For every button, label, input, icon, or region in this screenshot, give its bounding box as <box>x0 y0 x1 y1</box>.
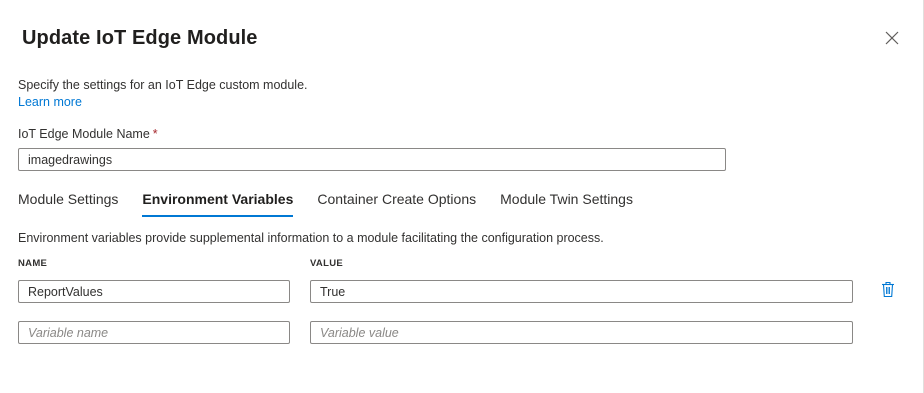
tab-module-twin-settings[interactable]: Module Twin Settings <box>500 186 633 218</box>
module-name-input[interactable] <box>18 148 726 171</box>
env-description: Environment variables provide supplement… <box>18 231 604 245</box>
delete-row-button[interactable] <box>879 281 897 303</box>
required-mark: * <box>152 127 158 141</box>
panel-title: Update IoT Edge Module <box>22 27 258 49</box>
value-column-header: VALUE <box>310 258 343 269</box>
tab-container-create-options[interactable]: Container Create Options <box>317 186 476 218</box>
env-value-input[interactable] <box>310 280 853 303</box>
tab-module-settings[interactable]: Module Settings <box>18 186 118 218</box>
close-button[interactable] <box>880 28 904 52</box>
name-column-header: NAME <box>18 258 48 269</box>
panel-description: Specify the settings for an IoT Edge cus… <box>18 78 308 92</box>
module-name-label-text: IoT Edge Module Name <box>18 127 150 141</box>
tab-environment-variables[interactable]: Environment Variables <box>142 186 293 218</box>
trash-icon <box>881 281 895 303</box>
new-variable-name-input[interactable] <box>18 321 290 344</box>
settings-tabs: Module Settings Environment Variables Co… <box>18 186 657 218</box>
update-module-panel: Update IoT Edge Module Specify the setti… <box>0 0 924 393</box>
env-name-input[interactable] <box>18 280 290 303</box>
learn-more-link[interactable]: Learn more <box>18 95 82 109</box>
module-name-label: IoT Edge Module Name * <box>18 127 158 141</box>
new-variable-value-input[interactable] <box>310 321 853 344</box>
close-icon <box>885 31 899 50</box>
